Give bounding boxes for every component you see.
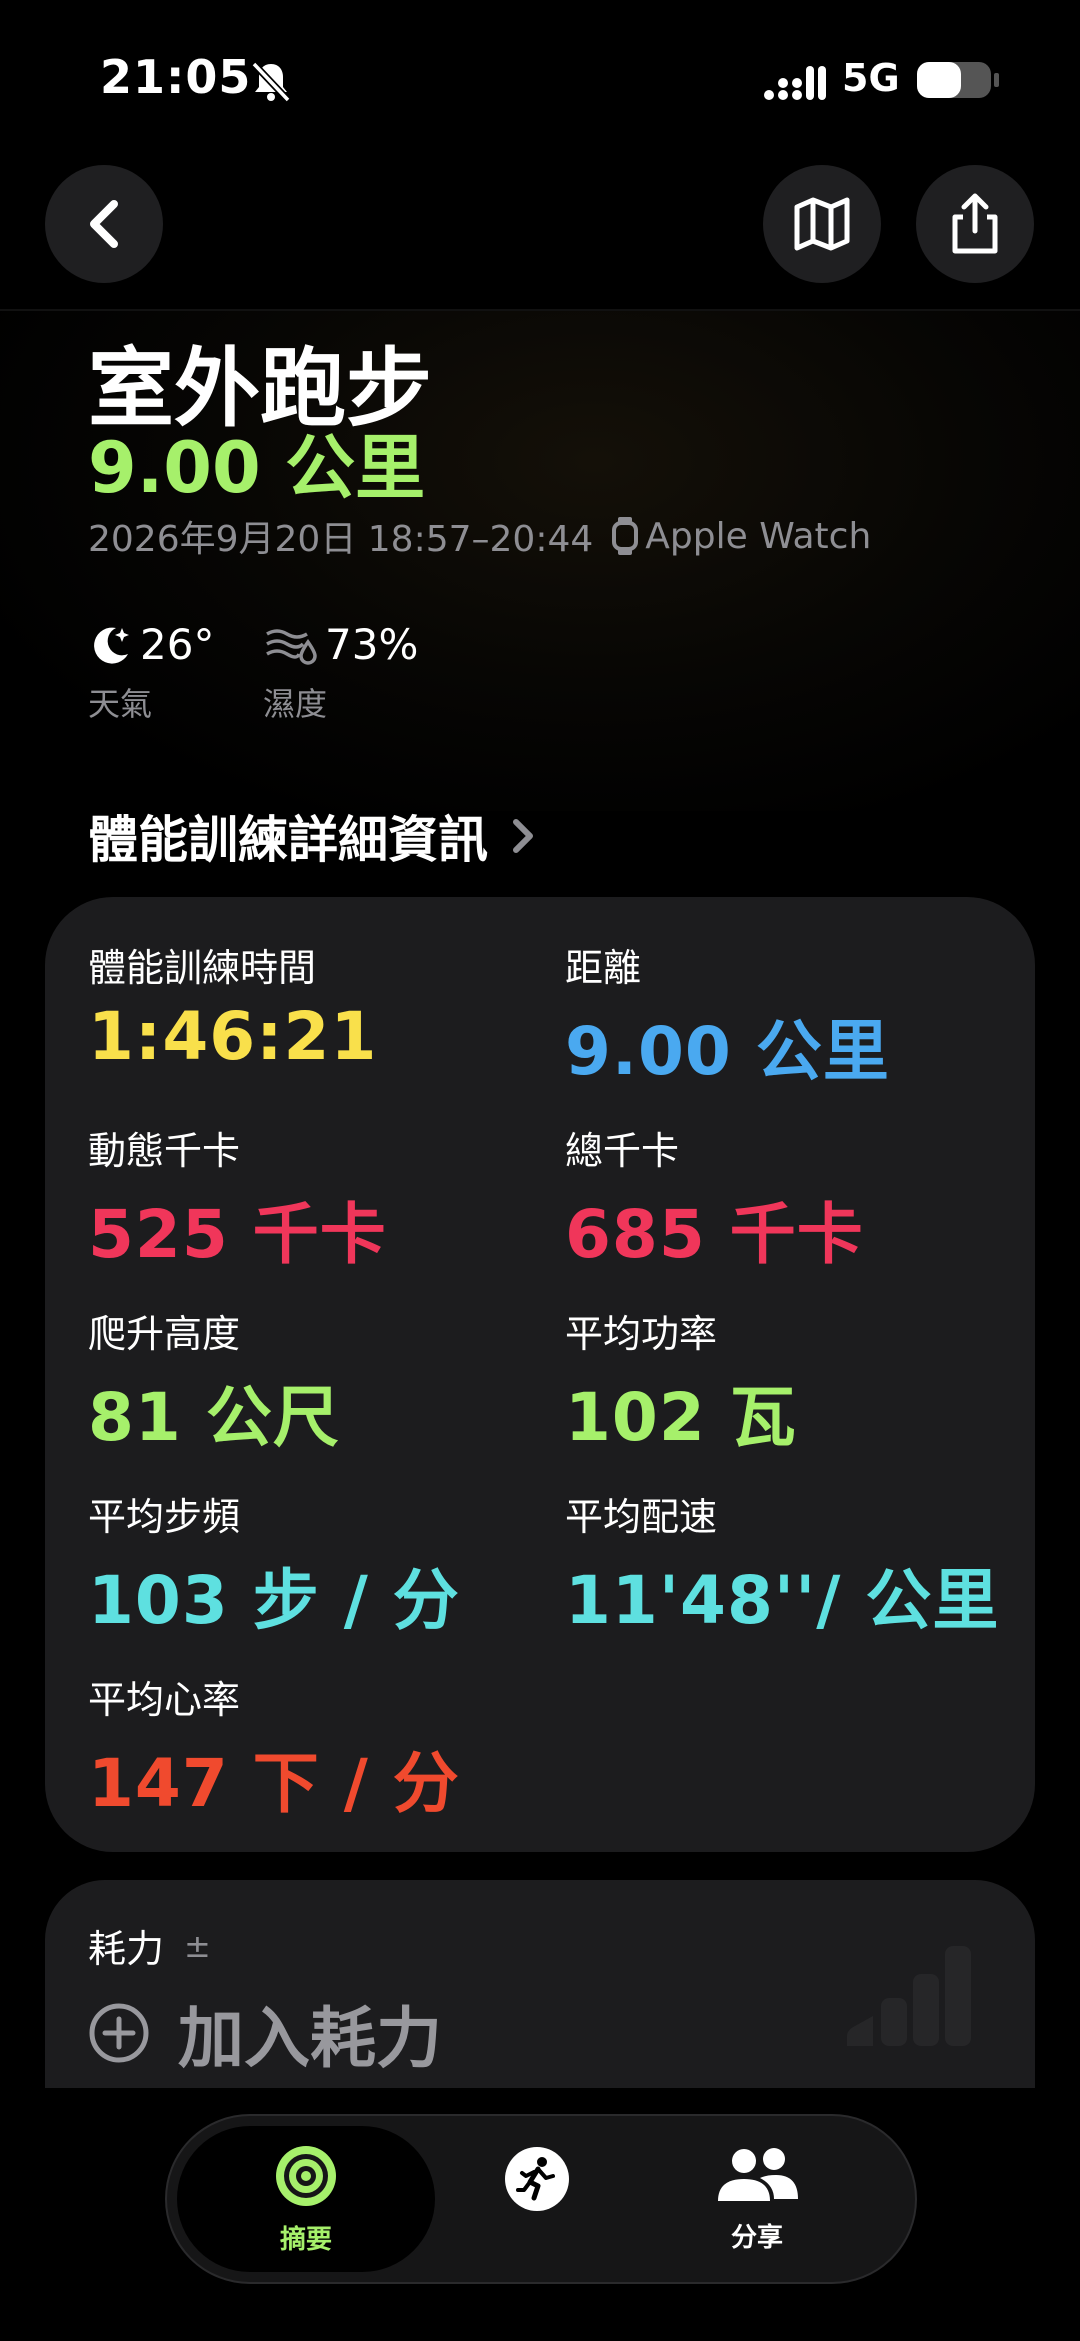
add-effort-button[interactable]: 加入耗力 (88, 1985, 442, 2081)
workout-details-card: 體能訓練時間 1:46:21 距離 9.00 公里 動態千卡 525 千卡 總千… (45, 897, 1035, 1852)
metric-value: 685 千卡 (565, 1196, 864, 1273)
metric-label: 平均配速 (565, 1495, 718, 1539)
share-icon (952, 193, 998, 254)
metric-avg-heart-rate: 平均心率 147 下 / 分 (88, 1669, 460, 1826)
network-label: 5G (842, 56, 900, 100)
weather-temperature: 26° 天氣 (88, 620, 214, 725)
metric-workout-time: 體能訓練時間 1:46:21 (88, 937, 377, 1075)
chevron-right-icon (513, 819, 533, 853)
map-icon (794, 197, 850, 251)
plus-minus-icon: ± (184, 1926, 211, 1965)
humidity-icon (266, 628, 317, 665)
humidity-value: 73% (325, 620, 419, 669)
moon-icon (94, 627, 129, 664)
chevron-left-icon (90, 200, 118, 248)
battery-icon (917, 62, 999, 98)
metric-avg-pace: 平均配速 11'48''/ 公里 (565, 1486, 999, 1643)
effort-label: 耗力 (88, 1927, 165, 1971)
weather-humidity: 73% 濕度 (263, 620, 418, 725)
metric-label: 爬升高度 (88, 1312, 241, 1356)
metric-label: 平均步頻 (88, 1495, 241, 1539)
add-effort-label: 加入耗力 (178, 2000, 442, 2077)
tab-summary[interactable]: 摘要 (177, 2116, 435, 2282)
workout-device: Apple Watch (645, 515, 872, 557)
plus-circle-icon (89, 2003, 149, 2063)
section-title: 體能訓練詳細資訊 (88, 811, 488, 869)
effort-card: 耗力 ± 加入耗力 (45, 1880, 1035, 2120)
metric-value: 147 下 / 分 (88, 1745, 460, 1822)
metric-label: 總千卡 (565, 1129, 680, 1173)
watch-icon (612, 517, 639, 555)
workout-distance: 9.00 公里 (88, 427, 426, 509)
back-button[interactable] (45, 165, 163, 283)
tab-sharing[interactable]: 分享 (637, 2116, 877, 2282)
effort-bars-icon (847, 1946, 971, 2046)
metric-label: 動態千卡 (88, 1129, 241, 1173)
metric-distance: 距離 9.00 公里 (565, 937, 890, 1094)
temperature-value: 26° (140, 620, 215, 669)
map-button[interactable] (763, 165, 881, 283)
signal-icon (764, 66, 826, 100)
workout-date-time: 2026年9月20日 18:57–20:44 (88, 519, 594, 560)
bell-slash-icon (251, 61, 291, 103)
metric-label: 平均功率 (565, 1312, 718, 1356)
activity-rings-icon (276, 2145, 336, 2206)
tab-bar: 摘要 分享 (165, 2114, 917, 2284)
tab-sharing-label: 分享 (730, 2222, 783, 2253)
workout-summary-screen: 21:05 5G 室外跑步 9.00 公里 2026年9月20日 18:57–2… (0, 0, 1080, 2341)
workout-meta: 2026年9月20日 18:57–20:44 Apple Watch (88, 510, 871, 562)
effort-header: 耗力 ± (88, 1918, 211, 1973)
metric-active-calories: 動態千卡 525 千卡 (88, 1120, 387, 1277)
humidity-label: 濕度 (263, 685, 328, 723)
workout-details-header[interactable]: 體能訓練詳細資訊 (88, 800, 536, 872)
metric-avg-power: 平均功率 102 瓦 (565, 1303, 797, 1460)
metric-value: 1:46:21 (88, 998, 378, 1075)
running-figure-icon (505, 2147, 569, 2211)
metric-value: 9.00 公里 (565, 1013, 890, 1090)
people-icon (718, 2147, 798, 2201)
metric-elevation-gain: 爬升高度 81 公尺 (88, 1303, 340, 1460)
metric-avg-cadence: 平均步頻 103 步 / 分 (88, 1486, 460, 1643)
metric-value: 11'48''/ 公里 (565, 1562, 1000, 1639)
temperature-label: 天氣 (88, 685, 153, 723)
tab-summary-label: 摘要 (279, 2224, 332, 2255)
metric-total-calories: 總千卡 685 千卡 (565, 1120, 864, 1277)
metric-label: 平均心率 (88, 1678, 241, 1722)
status-time: 21:05 (100, 50, 252, 104)
metric-label: 距離 (565, 946, 642, 990)
metric-value: 525 千卡 (88, 1196, 387, 1273)
tab-workout[interactable] (457, 2116, 617, 2282)
share-button[interactable] (916, 165, 1034, 283)
metric-value: 103 步 / 分 (88, 1562, 460, 1639)
metric-value: 102 瓦 (565, 1379, 797, 1456)
home-indicator (395, 2312, 685, 2322)
metric-value: 81 公尺 (88, 1379, 340, 1456)
metric-label: 體能訓練時間 (88, 946, 317, 990)
